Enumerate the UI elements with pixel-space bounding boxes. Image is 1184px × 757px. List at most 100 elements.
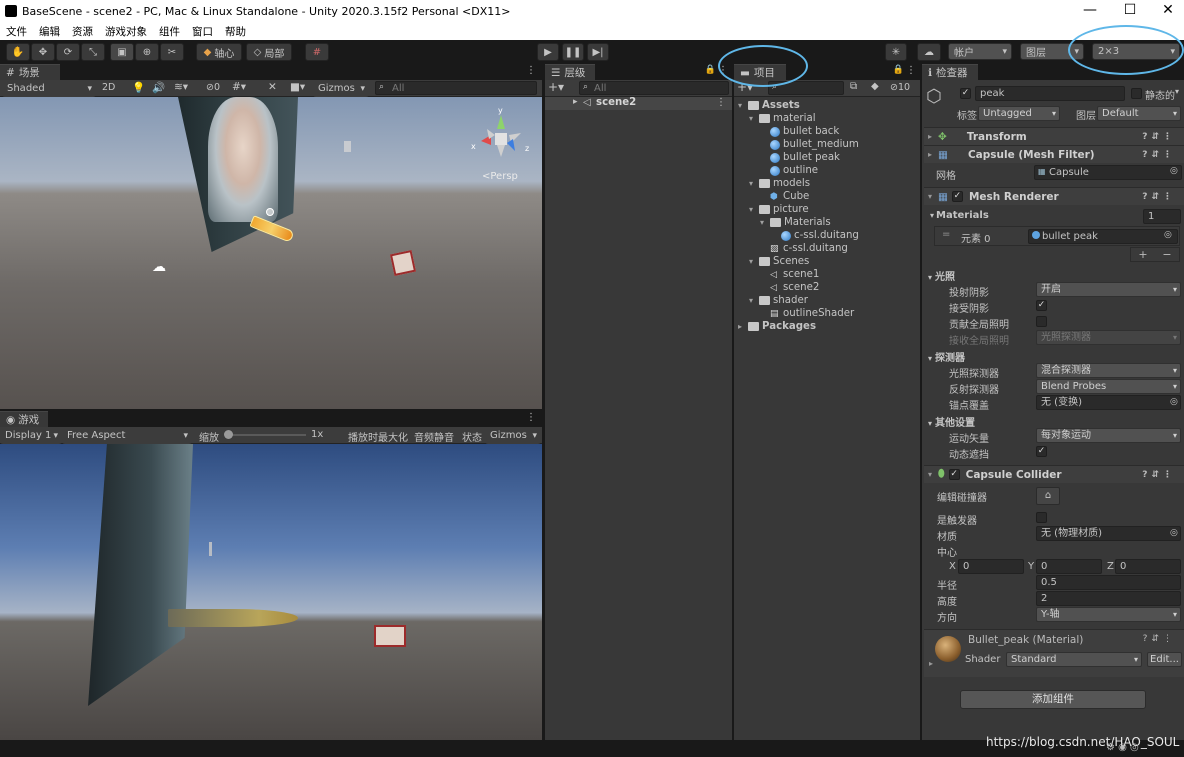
project-tree-item[interactable]: ◁ scene1 xyxy=(760,268,819,281)
transform-tool-icon[interactable]: ⊕ xyxy=(135,43,159,61)
fold-arrow-icon[interactable]: ▾ xyxy=(749,205,759,214)
grid-toggle-icon[interactable]: #▾ xyxy=(232,81,246,93)
search-by-label-icon[interactable]: ◆ xyxy=(871,81,879,92)
add-element-button[interactable]: + xyxy=(1138,248,1147,261)
pivot-toggle[interactable]: ◆ 轴心 xyxy=(196,43,242,61)
cloud-icon[interactable]: ☁ xyxy=(917,43,941,61)
tab-scene[interactable]: # 场景 xyxy=(0,64,60,80)
search-by-type-icon[interactable]: ⧉ xyxy=(850,81,857,92)
scene-search-input[interactable]: All xyxy=(375,81,537,95)
menu-help[interactable]: 帮助 xyxy=(219,24,252,39)
persp-label[interactable]: <Persp xyxy=(482,171,518,182)
tools-icon[interactable]: ✕ xyxy=(268,81,277,93)
tab-game[interactable]: ◉ 游戏 xyxy=(0,411,48,427)
center-y-field[interactable]: 0 xyxy=(1036,559,1102,574)
material-fold-icon[interactable]: ▸ xyxy=(929,659,933,668)
mesh-filter-menu-icons[interactable]: ?⇵⋮ xyxy=(1142,150,1176,160)
add-component-button[interactable]: 添加组件 xyxy=(960,690,1146,709)
fold-arrow-icon[interactable]: ▾ xyxy=(749,257,759,266)
maximize-on-play-toggle[interactable]: 播放时最大化 xyxy=(348,429,408,444)
mute-audio-toggle[interactable]: 音频静音 xyxy=(414,429,454,444)
project-tree-item[interactable]: ◁ scene2 xyxy=(760,281,819,294)
transform-header[interactable]: ▸ ✥ Transform ?⇵⋮ xyxy=(924,127,1184,145)
collab-icon[interactable]: ✳ xyxy=(885,43,907,61)
project-tree-item[interactable]: outline xyxy=(760,164,818,177)
mesh-renderer-header[interactable]: ▾ ▦ ✓ Mesh Renderer ?⇵⋮ xyxy=(924,187,1184,205)
mesh-renderer-enabled-checkbox[interactable]: ✓ xyxy=(951,191,963,202)
game-view[interactable] xyxy=(0,444,542,740)
mesh-picker-icon[interactable]: ◎ xyxy=(1170,166,1178,176)
collider-enabled-checkbox[interactable]: ✓ xyxy=(948,469,960,480)
height-field[interactable]: 2 xyxy=(1036,591,1181,606)
material-menu-icons[interactable]: ?⇵⋮ xyxy=(1143,634,1176,644)
menu-window[interactable]: 窗口 xyxy=(186,24,219,39)
account-dropdown[interactable]: 帐户 xyxy=(948,43,1012,60)
project-tree-item[interactable]: ▾ models xyxy=(749,177,810,190)
minimize-button[interactable]: — xyxy=(1070,0,1110,22)
motion-vectors-dropdown[interactable]: 每对象运动 xyxy=(1036,428,1181,443)
step-button[interactable]: ▶| xyxy=(587,43,609,61)
project-tree-item[interactable]: bullet peak xyxy=(760,151,840,164)
menu-edit[interactable]: 编辑 xyxy=(33,24,66,39)
project-tree-item[interactable]: ▸ Packages xyxy=(738,320,816,333)
expand-arrow-icon[interactable]: ▸ xyxy=(573,97,578,107)
project-lock-icon[interactable]: 🔒 xyxy=(893,65,904,75)
create-button[interactable]: +▾ xyxy=(548,80,564,94)
shader-dropdown[interactable]: Standard xyxy=(1006,652,1142,667)
is-trigger-checkbox[interactable] xyxy=(1036,512,1047,523)
project-tree-item[interactable]: ⬢ Cube xyxy=(760,190,809,203)
grid-snap-icon[interactable]: # xyxy=(305,43,329,61)
scale-slider-thumb[interactable] xyxy=(224,430,233,439)
direction-dropdown[interactable]: Y-轴 xyxy=(1036,607,1181,622)
tab-inspector[interactable]: ℹ 检查器 xyxy=(922,64,978,80)
lock-icon[interactable]: 🔒 xyxy=(705,65,716,75)
lighting-foldout[interactable]: ▾ 光照 xyxy=(928,268,955,283)
element0-picker-icon[interactable]: ◎ xyxy=(1164,230,1172,240)
additional-settings-foldout[interactable]: ▾ 其他设置 xyxy=(928,414,975,429)
scene-row-menu-icon[interactable]: ⋮ xyxy=(716,97,726,108)
project-tree-item[interactable]: ▾ Scenes xyxy=(749,255,809,268)
scene-view[interactable]: ☁ y x z <Persp xyxy=(0,97,542,409)
project-tree-item[interactable]: ▨ c-ssl.duitang xyxy=(760,242,848,255)
menu-gameobject[interactable]: 游戏对象 xyxy=(99,24,153,39)
close-button[interactable]: ✕ xyxy=(1148,0,1184,22)
hierarchy-search-input[interactable]: All xyxy=(579,81,729,95)
scale-tool-icon[interactable]: ⤡ xyxy=(81,43,105,61)
center-z-field[interactable]: 0 xyxy=(1115,559,1181,574)
selection-handle[interactable] xyxy=(266,208,274,216)
camera-icon[interactable]: ■▾ xyxy=(290,81,305,93)
scene-row[interactable]: ▸ ◁ scene2 ⋮ xyxy=(545,97,732,110)
materials-label[interactable]: ▾ Materials xyxy=(930,210,989,221)
hidden-objects-toggle[interactable]: ⊘0 xyxy=(206,82,220,93)
gizmos-dropdown[interactable]: Gizmos xyxy=(313,80,369,97)
collider-menu-icons[interactable]: ?⇵⋮ xyxy=(1142,470,1176,480)
project-tree-item[interactable]: ▾ Assets xyxy=(738,99,800,112)
object-name-field[interactable]: peak xyxy=(975,86,1125,101)
aspect-dropdown[interactable]: Free Aspect xyxy=(62,427,192,444)
hand-tool-icon[interactable]: ✋ xyxy=(6,43,30,61)
game-gizmos-dropdown[interactable]: Gizmos xyxy=(485,427,541,444)
fold-arrow-icon[interactable]: ▾ xyxy=(738,101,748,110)
element0-field[interactable]: bullet peak xyxy=(1028,229,1178,244)
game-menu-icon[interactable]: ⋮ xyxy=(526,412,536,423)
lighting-toggle-icon[interactable]: 💡 xyxy=(132,81,145,94)
project-tree-item[interactable]: c-ssl.duitang xyxy=(771,229,859,242)
reflection-probes-dropdown[interactable]: Blend Probes xyxy=(1036,379,1181,394)
contribute-gi-checkbox[interactable] xyxy=(1036,316,1047,327)
move-tool-icon[interactable]: ✥ xyxy=(31,43,55,61)
custom-tool-icon[interactable]: ✂ xyxy=(160,43,184,61)
scale-slider-track[interactable] xyxy=(226,434,306,436)
local-toggle[interactable]: ◇ 局部 xyxy=(246,43,292,61)
active-checkbox[interactable]: ✓ xyxy=(960,88,971,99)
remove-element-button[interactable]: − xyxy=(1162,248,1171,261)
capsule-collider-header[interactable]: ▾ ⬮ ✓ Capsule Collider ?⇵⋮ xyxy=(924,465,1184,483)
mesh-filter-header[interactable]: ▸ ▦ Capsule (Mesh Filter) ?⇵⋮ xyxy=(924,145,1184,163)
menu-assets[interactable]: 资源 xyxy=(66,24,99,39)
menu-component[interactable]: 组件 xyxy=(153,24,186,39)
center-x-field[interactable]: 0 xyxy=(958,559,1024,574)
2d-toggle[interactable]: 2D xyxy=(102,82,115,93)
rotate-tool-icon[interactable]: ⟳ xyxy=(56,43,80,61)
edit-collider-button[interactable]: ⌂ xyxy=(1036,487,1060,505)
materials-count-field[interactable]: 1 xyxy=(1143,209,1181,224)
scene-menu-icon[interactable]: ⋮ xyxy=(526,65,536,76)
